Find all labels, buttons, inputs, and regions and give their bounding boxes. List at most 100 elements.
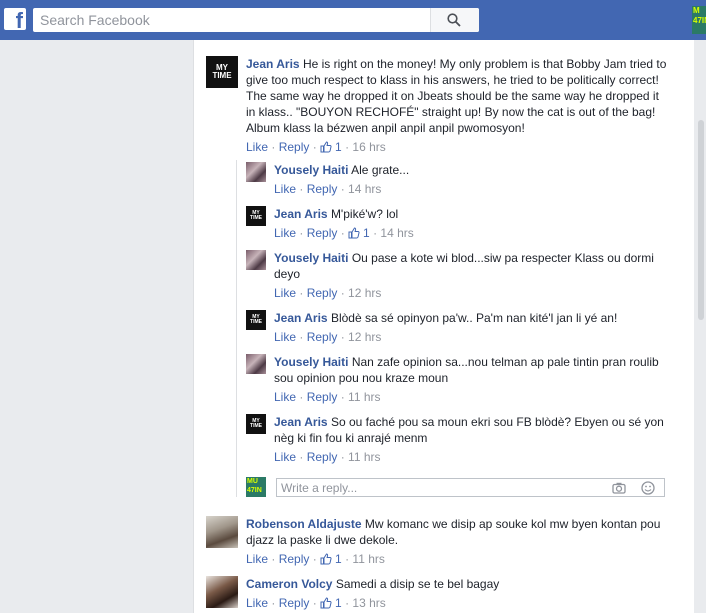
current-user-avatar[interactable]: MU 47IN — [246, 477, 266, 497]
thumbs-up-icon — [320, 553, 332, 565]
emoji-icon[interactable] — [640, 480, 656, 496]
reply-author[interactable]: Jean Aris — [274, 311, 328, 325]
like-link[interactable]: Like — [274, 330, 296, 344]
like-link[interactable]: Like — [246, 552, 268, 566]
comment-body: Robenson Aldajuste Mw komanc we disip ap… — [246, 516, 671, 548]
reply-author[interactable]: Yousely Haiti — [274, 251, 348, 265]
search-input[interactable] — [33, 8, 440, 32]
search-icon — [447, 13, 461, 27]
reply-body: Yousely Haiti Nan zafe opinion sa...nou … — [274, 354, 666, 386]
comment-author[interactable]: Robenson Aldajuste — [246, 517, 362, 531]
scrollbar[interactable] — [694, 40, 706, 613]
reply-time[interactable]: 11 hrs — [348, 450, 380, 464]
comment-time[interactable]: 16 hrs — [352, 140, 385, 154]
reply-body: Jean Aris So ou faché pou sa moun ekri s… — [274, 414, 666, 446]
reply-actions: Like · Reply · 12 hrs — [274, 286, 382, 300]
like-link[interactable]: Like — [274, 390, 296, 404]
like-count[interactable]: 1 — [335, 140, 342, 154]
avatar[interactable] — [206, 576, 238, 608]
comment-text: Samedi a disip se te bel bagay — [335, 577, 500, 591]
top-nav-bar: f M 47IN — [0, 0, 706, 40]
like-link[interactable]: Like — [274, 286, 296, 300]
comment-author[interactable]: Jean Aris — [246, 57, 300, 71]
reply-body: Jean Aris M'piké'w? lol — [274, 206, 666, 222]
like-count[interactable]: 1 — [335, 552, 342, 566]
reply-link[interactable]: Reply — [307, 286, 338, 300]
reply-time[interactable]: 11 hrs — [348, 390, 380, 404]
thumbs-up-icon — [320, 597, 332, 609]
avatar[interactable] — [246, 250, 266, 270]
camera-icon[interactable] — [611, 480, 627, 496]
reply: MY TIME Jean Aris M'piké'w? lol Like · Re… — [246, 206, 666, 242]
search-box — [33, 8, 479, 32]
avatar[interactable]: MY TIME — [206, 56, 238, 88]
comment-actions: Like · Reply · 1 · 11 hrs — [246, 552, 385, 566]
reply-body: Yousely Haiti Ou pase a kote wi blod...s… — [274, 250, 666, 282]
comment-text: He is right on the money! My only proble… — [246, 57, 667, 135]
reply: Yousely Haiti Nan zafe opinion sa...nou … — [246, 354, 666, 406]
reply-body: Jean Aris Blòdè sa sé opinyon pa'w.. Pa'… — [274, 310, 666, 326]
reply-text: Ale grate... — [351, 163, 410, 177]
comment-author[interactable]: Cameron Volcy — [246, 577, 332, 591]
reply-time[interactable]: 12 hrs — [348, 330, 381, 344]
reply-time[interactable]: 12 hrs — [348, 286, 381, 300]
reply-composer — [276, 478, 665, 497]
reply-link[interactable]: Reply — [279, 596, 310, 610]
reply: Yousely Haiti Ale grate... Like · Reply … — [246, 162, 666, 198]
reply-link[interactable]: Reply — [307, 390, 338, 404]
reply-author[interactable]: Yousely Haiti — [274, 163, 348, 177]
comment: Cameron Volcy Samedi a disip se te bel b… — [206, 576, 676, 612]
reply-link[interactable]: Reply — [307, 450, 338, 464]
like-link[interactable]: Like — [246, 140, 268, 154]
reply-time[interactable]: 14 hrs — [348, 182, 381, 196]
reply-actions: Like · Reply · 12 hrs — [274, 330, 382, 344]
comment-actions: Like · Reply · 1 · 13 hrs — [246, 596, 386, 610]
comment-time[interactable]: 11 hrs — [352, 552, 384, 566]
reply: MY TIME Jean Aris Blòdè sa sé opinyon pa'… — [246, 310, 666, 346]
comment-time[interactable]: 13 hrs — [352, 596, 385, 610]
reply-actions: Like · Reply · 1 · 14 hrs — [274, 226, 414, 240]
reply-link[interactable]: Reply — [307, 226, 338, 240]
like-link[interactable]: Like — [246, 596, 268, 610]
like-count[interactable]: 1 — [335, 596, 342, 610]
reply-actions: Like · Reply · 11 hrs — [274, 450, 381, 464]
reply-author[interactable]: Jean Aris — [274, 207, 328, 221]
avatar[interactable]: MY TIME — [246, 414, 266, 434]
comment-actions: Like · Reply · 1 · 16 hrs — [246, 140, 386, 154]
reply-time[interactable]: 14 hrs — [380, 226, 413, 240]
reply-actions: Like · Reply · 14 hrs — [274, 182, 382, 196]
reply-author[interactable]: Jean Aris — [274, 415, 328, 429]
reply: MY TIME Jean Aris So ou faché pou sa moun… — [246, 414, 666, 466]
scrollbar-thumb[interactable] — [698, 120, 704, 320]
reply-link[interactable]: Reply — [279, 140, 310, 154]
search-button[interactable] — [430, 8, 479, 32]
reply-text: M'piké'w? lol — [330, 207, 399, 221]
avatar[interactable]: MY TIME — [246, 206, 266, 226]
reply: Yousely Haiti Ou pase a kote wi blod...s… — [246, 250, 666, 302]
avatar[interactable] — [246, 354, 266, 374]
reply-link[interactable]: Reply — [307, 182, 338, 196]
comment-body: Jean Aris He is right on the money! My o… — [246, 56, 671, 136]
facebook-logo-icon[interactable]: f — [4, 8, 26, 32]
avatar[interactable] — [206, 516, 238, 548]
reply-body: Yousely Haiti Ale grate... — [274, 162, 666, 178]
like-count[interactable]: 1 — [363, 226, 370, 240]
avatar[interactable]: MY TIME — [246, 310, 266, 330]
reply-text: Blòdè sa sé opinyon pa'w.. Pa'm nan kité… — [330, 311, 618, 325]
comment: MY TIME Jean Aris He is right on the mone… — [206, 56, 676, 156]
reply-author[interactable]: Yousely Haiti — [274, 355, 348, 369]
thumbs-up-icon — [348, 227, 360, 239]
comment-body: Cameron Volcy Samedi a disip se te bel b… — [246, 576, 671, 592]
reply-link[interactable]: Reply — [279, 552, 310, 566]
like-link[interactable]: Like — [274, 182, 296, 196]
reply-actions: Like · Reply · 11 hrs — [274, 390, 381, 404]
like-link[interactable]: Like — [274, 226, 296, 240]
avatar[interactable] — [246, 162, 266, 182]
reply-text: So ou faché pou sa moun ekri sou FB blòd… — [274, 415, 664, 445]
profile-thumbnail[interactable]: M 47IN — [692, 6, 706, 34]
thumbs-up-icon — [320, 141, 332, 153]
comment: Robenson Aldajuste Mw komanc we disip ap… — [206, 516, 676, 568]
reply-input[interactable] — [281, 479, 601, 496]
like-link[interactable]: Like — [274, 450, 296, 464]
reply-link[interactable]: Reply — [307, 330, 338, 344]
